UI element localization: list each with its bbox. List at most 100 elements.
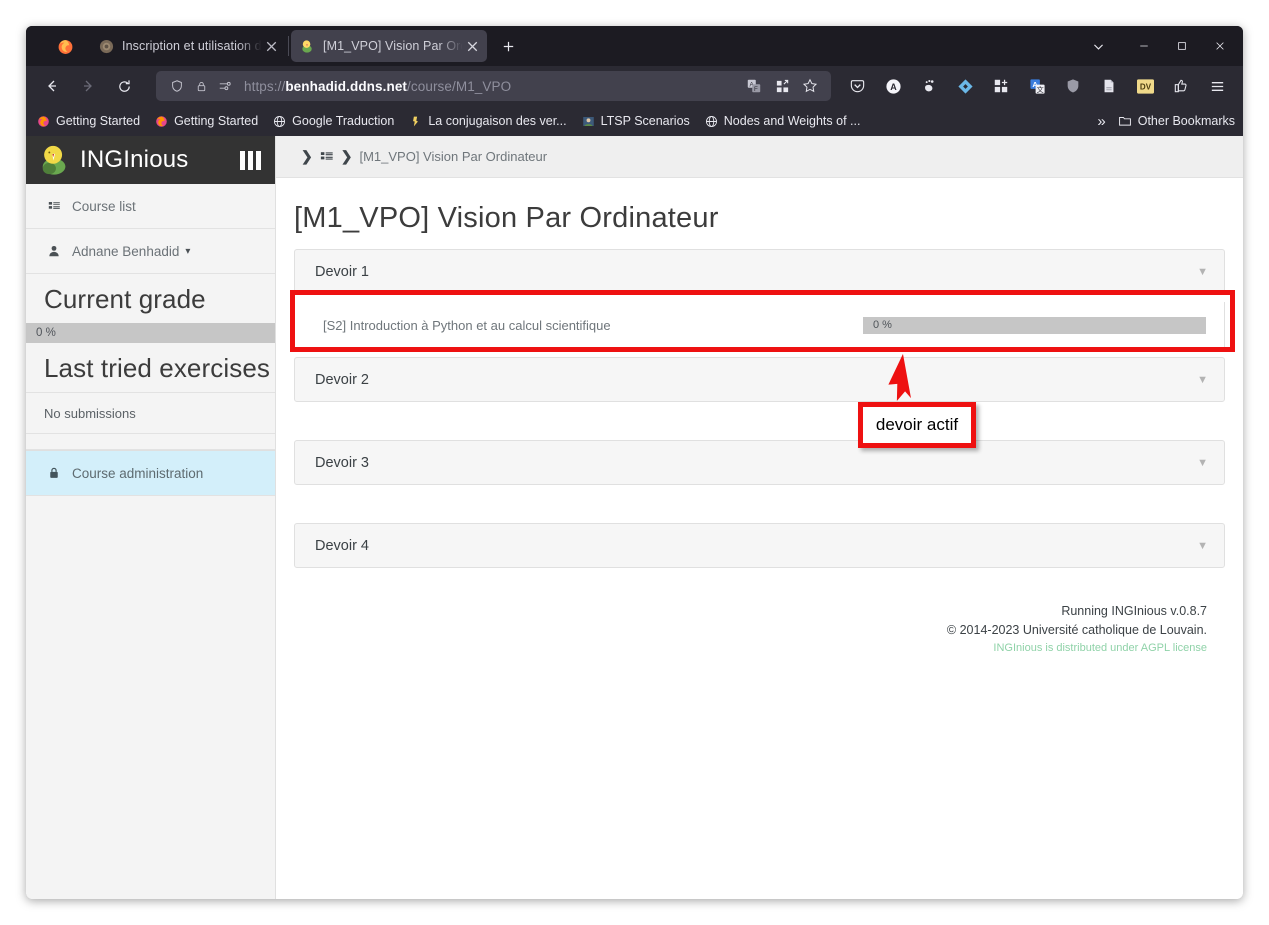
- sidebar-spacer: [26, 434, 275, 450]
- translate-icon[interactable]: AF: [741, 76, 767, 96]
- url-bar[interactable]: https://benhadid.ddns.net/course/M1_VPO …: [156, 71, 831, 101]
- page-title: [M1_VPO] Vision Par Ordinateur: [294, 202, 719, 234]
- section-body-devoir-1: [S2] Introduction à Python et au calcul …: [294, 302, 1225, 349]
- bookmark-item[interactable]: La conjugaison des ver...: [408, 114, 567, 129]
- annotation-callout-text: devoir actif: [875, 415, 959, 434]
- photo-favicon: [581, 114, 596, 129]
- extensions-add-icon[interactable]: [986, 71, 1016, 101]
- globe-icon: [704, 114, 719, 129]
- breadcrumb-separator: ❯: [301, 148, 313, 164]
- bookmark-item[interactable]: Getting Started: [36, 114, 140, 129]
- other-bookmarks-button[interactable]: Other Bookmarks: [1118, 114, 1235, 129]
- section-header-devoir-3[interactable]: Devoir 3 ▼: [294, 440, 1225, 485]
- sidebar-item-course-administration[interactable]: Course administration: [26, 450, 275, 496]
- firefox-logo-icon: [52, 33, 78, 59]
- forward-button[interactable]: [72, 70, 104, 102]
- page-document-icon[interactable]: [1094, 71, 1124, 101]
- gnome-icon[interactable]: [914, 71, 944, 101]
- thumbs-up-icon[interactable]: [1166, 71, 1196, 101]
- sidebar-header: INGInious: [26, 136, 275, 184]
- breadcrumb: ❯ ❯ [M1_VPO] Vision Par Ordinateur: [276, 136, 1243, 178]
- chevron-down-icon[interactable]: ▾: [185, 246, 190, 257]
- shield-ext-icon[interactable]: [1058, 71, 1088, 101]
- brand-title: INGInious: [80, 146, 189, 173]
- bookmark-item[interactable]: LTSP Scenarios: [581, 114, 690, 129]
- url-text[interactable]: https://benhadid.ddns.net/course/M1_VPO: [238, 79, 741, 94]
- section-label: Devoir 1: [315, 263, 369, 280]
- sidebar-item-user-menu[interactable]: Adnane Benhadid ▾: [26, 229, 275, 274]
- account-circle-icon[interactable]: A: [878, 71, 908, 101]
- browser-tab-1[interactable]: Inscription et utilisation d...: [90, 30, 286, 62]
- page-footer: Running INGInious v.0.8.7 © 2014-2023 Un…: [294, 576, 1225, 656]
- page-content: INGInious Course list Adnane Benhadid ▾ …: [26, 136, 1243, 899]
- gitlab-diamond-icon[interactable]: [950, 71, 980, 101]
- minimize-button[interactable]: [1125, 27, 1163, 65]
- back-button[interactable]: [36, 70, 68, 102]
- section-header-devoir-4[interactable]: Devoir 4 ▼: [294, 523, 1225, 568]
- svg-text:文: 文: [1036, 85, 1043, 94]
- lock-icon[interactable]: [190, 76, 212, 96]
- close-window-button[interactable]: [1201, 27, 1239, 65]
- current-grade-progress: 0 %: [26, 323, 275, 343]
- breadcrumb-course[interactable]: [M1_VPO] Vision Par Ordinateur: [359, 149, 547, 164]
- bookmark-item[interactable]: Google Traduction: [272, 114, 394, 129]
- bookmark-label: Getting Started: [56, 114, 141, 128]
- url-bar-actions: AF: [741, 76, 825, 96]
- footer-version: Running INGInious v.0.8.7: [1061, 604, 1207, 618]
- lock-icon: [48, 466, 65, 480]
- bookmark-favicon: [408, 114, 423, 129]
- inginious-sidebar: INGInious Course list Adnane Benhadid ▾ …: [26, 136, 276, 899]
- assignments-list: Devoir 1 ▼ [S2] Introduction à Python et…: [276, 249, 1243, 656]
- other-bookmarks-label: Other Bookmarks: [1137, 114, 1235, 128]
- sidebar-collapse-toggle[interactable]: [240, 150, 265, 170]
- list-all-tabs-button[interactable]: [1081, 26, 1115, 66]
- dv-badge-icon[interactable]: DV: [1130, 71, 1160, 101]
- annotation-arrow: [888, 353, 911, 402]
- task-row[interactable]: [S2] Introduction à Python et au calcul …: [295, 302, 1224, 348]
- translate-ext-icon[interactable]: A文: [1022, 71, 1052, 101]
- permissions-icon[interactable]: [214, 76, 236, 96]
- sidebar-item-course-list[interactable]: Course list: [26, 184, 275, 229]
- close-icon[interactable]: [464, 38, 481, 55]
- new-tab-button[interactable]: [493, 31, 523, 61]
- browser-tab-2[interactable]: [M1_VPO] Vision Par Ord: [291, 30, 487, 62]
- section-header-devoir-1[interactable]: Devoir 1 ▼: [294, 249, 1225, 294]
- chevron-down-icon[interactable]: ▼: [1197, 374, 1208, 386]
- footer-copyright: © 2014-2023 Université catholique de Lou…: [946, 622, 1207, 637]
- sidebar-item-label: Course administration: [72, 465, 204, 481]
- close-icon[interactable]: [263, 38, 280, 55]
- reload-button[interactable]: [108, 70, 140, 102]
- chevron-down-icon[interactable]: ▼: [1197, 540, 1208, 552]
- menu-hamburger-icon[interactable]: [1202, 71, 1232, 101]
- current-grade-title: Current grade: [26, 274, 275, 323]
- section-header-devoir-2[interactable]: Devoir 2 ▼: [294, 357, 1225, 402]
- bookmark-item[interactable]: Getting Started: [154, 114, 258, 129]
- chevron-down-icon[interactable]: ▼: [1197, 266, 1208, 278]
- chevron-down-icon[interactable]: ▼: [1197, 457, 1208, 469]
- extensions-grid-icon[interactable]: [769, 76, 795, 96]
- last-tried-empty: No submissions: [26, 392, 275, 434]
- bookmarks-overflow-button[interactable]: »: [1097, 113, 1105, 130]
- main-content: ❯ ❯ [M1_VPO] Vision Par Ordinateur [M1_V…: [276, 136, 1243, 899]
- shield-icon[interactable]: [166, 76, 188, 96]
- pocket-icon[interactable]: [842, 71, 872, 101]
- tab-strip: Inscription et utilisation d... [M1_VPO]…: [26, 26, 1243, 66]
- sidebar-user-name: Adnane Benhadid: [72, 243, 180, 259]
- folder-icon: [1118, 114, 1133, 129]
- bookmark-label: LTSP Scenarios: [600, 114, 690, 128]
- browser-window: Inscription et utilisation d... [M1_VPO]…: [26, 26, 1243, 899]
- bookmark-item[interactable]: Nodes and Weights of ...: [704, 114, 861, 129]
- bookmarks-bar-right: » Other Bookmarks: [1097, 113, 1235, 130]
- svg-text:A: A: [890, 81, 897, 91]
- maximize-button[interactable]: [1163, 27, 1201, 65]
- tab-title: [M1_VPO] Vision Par Ord: [323, 39, 464, 53]
- footer-license-link[interactable]: INGInious is distributed under AGPL lice…: [294, 640, 1207, 657]
- bookmark-star-icon[interactable]: [797, 76, 823, 96]
- bookmark-label: Nodes and Weights of ...: [723, 114, 861, 128]
- course-list-icon[interactable]: [320, 150, 334, 164]
- firefox-icon: [154, 114, 169, 129]
- list-icon: [48, 200, 65, 213]
- breadcrumb-separator: ❯: [340, 148, 353, 164]
- task-name[interactable]: [S2] Introduction à Python et au calcul …: [323, 318, 863, 333]
- task-progress-value: 0 %: [873, 319, 892, 331]
